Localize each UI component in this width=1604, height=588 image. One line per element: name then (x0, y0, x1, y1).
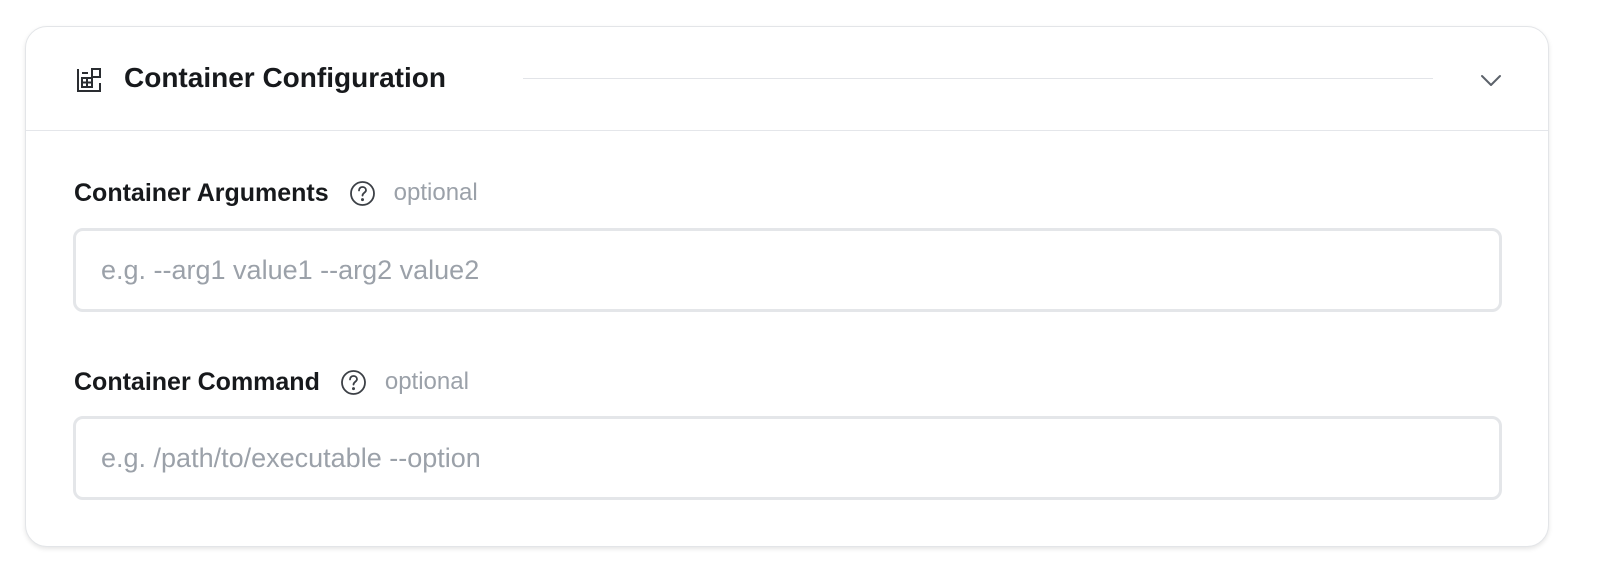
container-config-icon (75, 66, 103, 94)
header-divider (523, 78, 1433, 79)
container-command-input[interactable] (73, 416, 1502, 500)
question-circle-icon[interactable] (340, 369, 367, 396)
section-title: Container Configuration (124, 62, 446, 93)
container-configuration-card: Container Configuration Container Argume… (25, 26, 1549, 547)
container-command-label-row: Container Command optional (74, 362, 469, 402)
optional-tag: optional (384, 368, 469, 395)
container-arguments-label-row: Container Arguments optional (74, 173, 478, 213)
container-arguments-label: Container Arguments (74, 178, 329, 207)
container-arguments-input[interactable] (73, 228, 1502, 312)
chevron-down-icon[interactable] (1478, 67, 1504, 93)
optional-tag: optional (393, 179, 478, 206)
section-header[interactable]: Container Configuration (26, 27, 1548, 131)
container-command-label: Container Command (74, 367, 320, 396)
question-circle-icon[interactable] (349, 180, 376, 207)
